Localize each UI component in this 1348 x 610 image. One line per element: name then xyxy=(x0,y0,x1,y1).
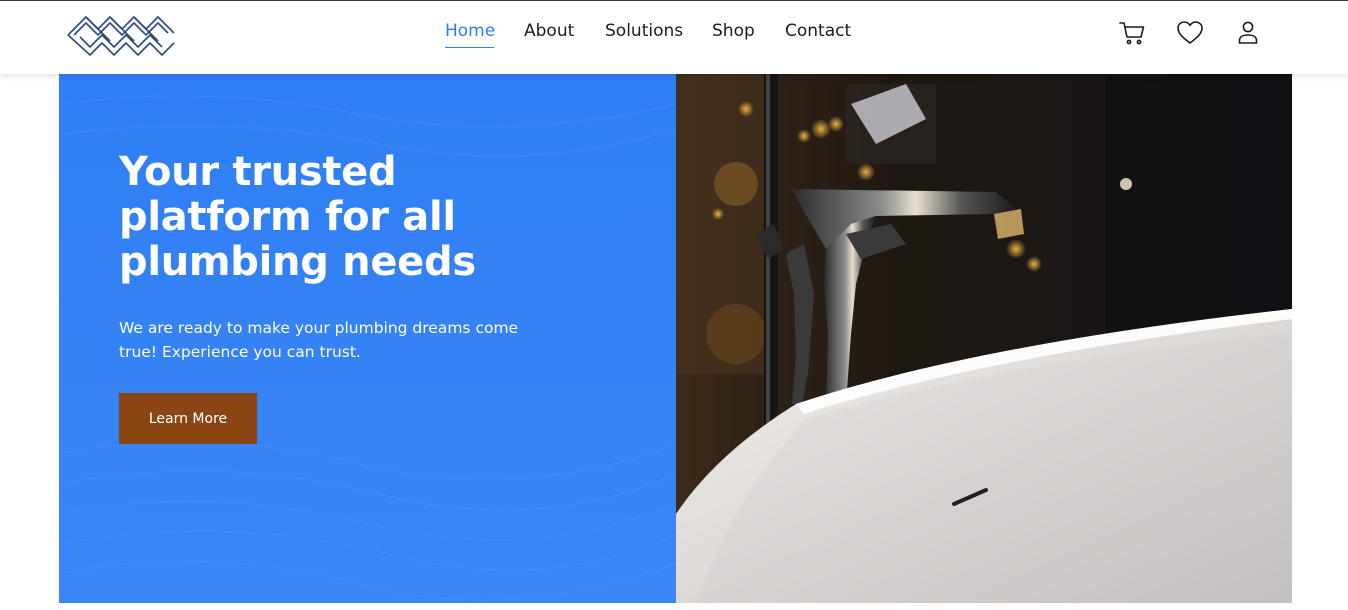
logo[interactable] xyxy=(66,7,176,59)
hero-headline: Your trusted platform for all plumbing n… xyxy=(119,149,476,285)
nav-home[interactable]: Home xyxy=(445,21,495,41)
nav-solutions[interactable]: Solutions xyxy=(605,21,683,41)
nav-shop[interactable]: Shop xyxy=(712,21,755,41)
site-header: Home About Solutions Shop Contact xyxy=(0,1,1348,74)
hero-panel: Your trusted platform for all plumbing n… xyxy=(59,74,676,603)
nav-contact[interactable]: Contact xyxy=(785,21,851,41)
bathroom-faucet-image xyxy=(676,74,1292,603)
heart-icon[interactable] xyxy=(1176,19,1204,47)
nav-about[interactable]: About xyxy=(524,21,574,41)
cart-icon[interactable] xyxy=(1118,19,1146,47)
learn-more-button[interactable]: Learn More xyxy=(119,393,257,444)
hero-subtext: We are ready to make your plumbing dream… xyxy=(119,319,519,361)
hero-image xyxy=(676,74,1292,603)
user-icon[interactable] xyxy=(1234,19,1262,47)
nav-active-underline xyxy=(445,47,494,48)
